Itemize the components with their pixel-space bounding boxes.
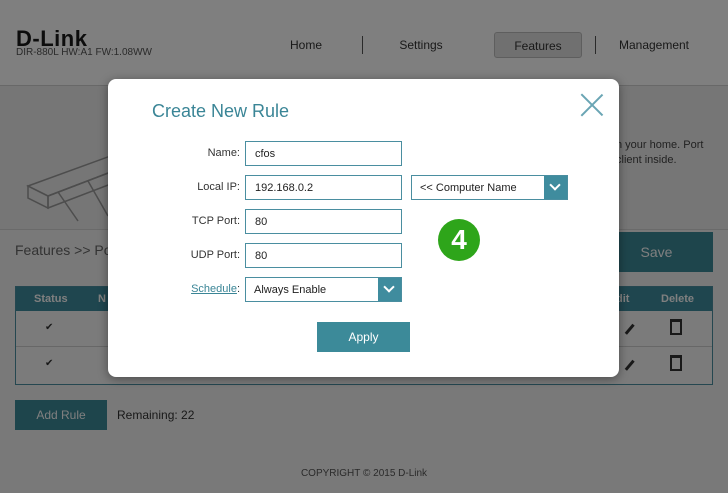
udp-port-label: UDP Port: xyxy=(190,249,240,261)
schedule-link[interactable]: Schedule xyxy=(191,283,237,295)
dropdown-toggle[interactable] xyxy=(378,278,401,301)
step-number-badge: 4 xyxy=(438,219,480,261)
schedule-select[interactable]: Always Enable xyxy=(245,277,402,302)
schedule-label: Schedule: xyxy=(191,283,240,295)
computer-name-select-value: << Computer Name xyxy=(420,182,517,194)
local-ip-label: Local IP: xyxy=(197,181,240,193)
schedule-select-value: Always Enable xyxy=(254,284,327,296)
create-rule-dialog: Create New Rule Name: Local IP: << Compu… xyxy=(108,79,619,377)
chevron-down-icon xyxy=(549,179,561,191)
udp-port-input[interactable] xyxy=(245,243,402,268)
tcp-port-label: TCP Port: xyxy=(191,215,240,227)
tcp-port-input[interactable] xyxy=(245,209,402,234)
name-label: Name: xyxy=(207,147,240,159)
local-ip-input[interactable] xyxy=(245,175,402,200)
dialog-title: Create New Rule xyxy=(152,101,290,121)
computer-name-select[interactable]: << Computer Name xyxy=(411,175,568,200)
close-icon[interactable] xyxy=(580,93,604,117)
name-input[interactable] xyxy=(245,141,402,166)
dropdown-toggle[interactable] xyxy=(544,176,567,199)
chevron-down-icon xyxy=(383,281,395,293)
apply-button[interactable]: Apply xyxy=(317,322,410,352)
